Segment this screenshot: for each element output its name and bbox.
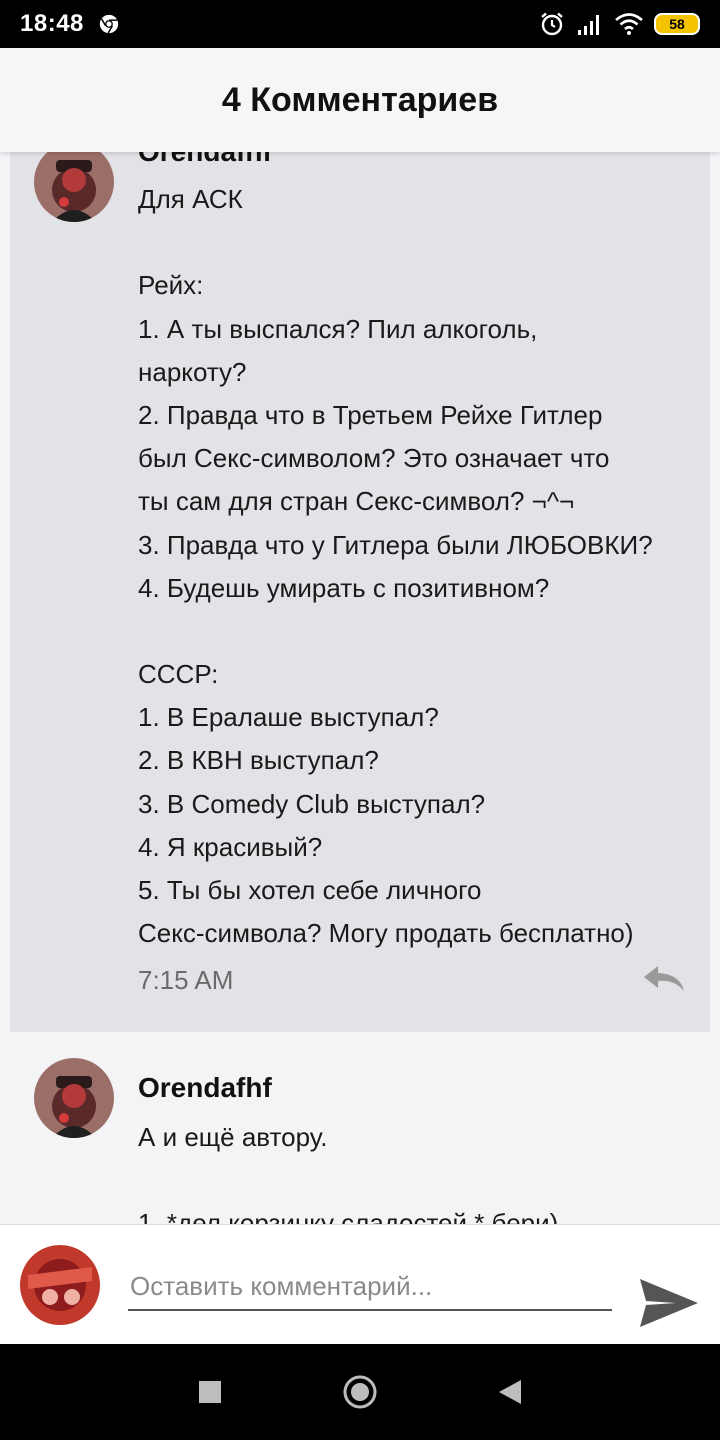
comment-line: Секс-символа? Могу продать бесплатно) [138, 918, 634, 949]
status-bar: 18:48 58 [0, 0, 720, 48]
signal-icon [578, 15, 599, 35]
comment-line: наркоту? [138, 356, 247, 387]
user-avatar[interactable] [20, 1245, 100, 1325]
comment-line: Рейх: [138, 270, 204, 301]
comment-line: 3. В Comedy Club выступал? [138, 788, 486, 819]
avatar[interactable] [34, 152, 114, 222]
triangle-back-icon [499, 1380, 521, 1404]
back-button[interactable] [490, 1372, 530, 1412]
comment-line [138, 221, 698, 264]
comment-body: Для АСК Рейх: 1. А ты выспался? Пил алко… [138, 178, 698, 955]
comment-line: был Секс-символом? Это означает что [138, 443, 610, 474]
chrome-icon [99, 14, 119, 34]
comments-list[interactable]: Orendafhf Для АСК Рейх: 1. А ты выспался… [0, 152, 720, 1224]
comment-line: Для АСК [138, 184, 243, 214]
comment-line: 4. Будешь умирать с позитивном? [138, 572, 550, 603]
comment-line [138, 610, 698, 653]
comment-line: 1. В Ералаше выступал? [138, 702, 439, 733]
comment-item: Orendafhf А и ещё автору. 1. *дел корзин… [10, 1032, 710, 1224]
recents-button[interactable] [190, 1372, 230, 1412]
app-bar: 4 Комментариев [0, 48, 720, 152]
wifi-icon [615, 13, 643, 35]
page-title: 4 Комментариев [221, 80, 499, 119]
home-button[interactable] [340, 1372, 380, 1412]
comment-line: 3. Правда что у Гитлера были ЛЮБОВКИ? [138, 529, 653, 560]
avatar[interactable] [34, 1058, 114, 1138]
comment-line: ты сам для стран Секс-символ? ¬^¬ [138, 486, 575, 517]
comment-line: 1. *дел корзинку сладостей * бери) [138, 1208, 559, 1224]
comment-time: 7:15 AM [138, 965, 234, 995]
send-button[interactable] [636, 1275, 700, 1331]
battery-icon: 58 [654, 13, 700, 35]
comment-author[interactable]: Orendafhf [138, 1072, 272, 1104]
comment-input[interactable] [128, 1263, 612, 1311]
comment-composer [0, 1224, 720, 1344]
comment-author[interactable]: Orendafhf [138, 152, 272, 168]
comment-line: А и ещё автору. [138, 1122, 328, 1152]
alarm-icon [541, 12, 563, 36]
system-nav-bar [0, 1344, 720, 1440]
comment-line: СССР: [138, 659, 219, 690]
square-icon [199, 1381, 221, 1403]
circle-icon [343, 1375, 377, 1409]
comment-line: 2. В КВН выступал? [138, 745, 379, 776]
comment-line: 4. Я красивый? [138, 831, 323, 862]
comment-line: 2. Правда что в Третьем Рейхе Гитлер [138, 399, 603, 430]
reply-icon[interactable] [642, 964, 686, 994]
status-time: 18:48 [20, 10, 84, 37]
comment-body: А и ещё автору. 1. *дел корзинку сладост… [138, 1116, 698, 1224]
comment-line: 1. А ты выспался? Пил алкоголь, [138, 313, 538, 344]
comment-item: Orendafhf Для АСК Рейх: 1. А ты выспался… [10, 152, 710, 1032]
comment-line: 5. Ты бы хотел себе личного [138, 875, 482, 905]
comment-line [138, 1159, 698, 1202]
